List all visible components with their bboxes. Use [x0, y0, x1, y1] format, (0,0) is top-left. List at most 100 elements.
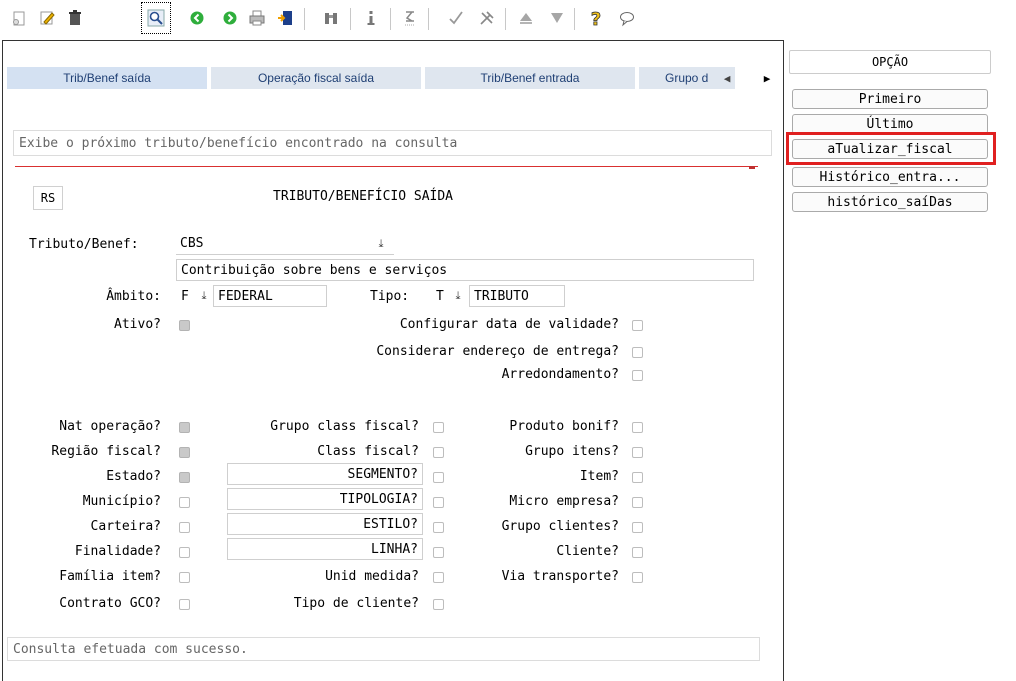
highlight-box — [786, 132, 996, 165]
class-fiscal-checkbox[interactable] — [433, 447, 444, 458]
arredondamento-label: Arredondamento? — [501, 367, 619, 382]
svg-text:?: ? — [591, 9, 601, 27]
ultimo-button[interactable]: Último — [792, 114, 988, 134]
comment-bubble-icon[interactable] — [616, 6, 638, 30]
contrato-gco-checkbox[interactable] — [179, 599, 190, 610]
criteria-label: Item? — [579, 469, 619, 484]
grupo-itens-checkbox[interactable] — [632, 447, 643, 458]
tab-scroll-right-icon[interactable]: ▶ — [761, 70, 773, 86]
next-green-icon[interactable] — [219, 6, 241, 30]
grupo-clientes-checkbox[interactable] — [632, 522, 643, 533]
familia-item-checkbox[interactable] — [179, 572, 190, 583]
edit-pencil-icon[interactable] — [36, 6, 58, 30]
toolbar-separator — [390, 8, 391, 30]
separator-marker — [749, 166, 755, 169]
tipo-de-cliente-checkbox[interactable] — [433, 599, 444, 610]
linha-checkbox[interactable] — [433, 547, 444, 558]
toolbar-separator — [350, 8, 351, 30]
trash-icon[interactable] — [64, 6, 86, 30]
tipologia-field[interactable]: TIPOLOGIA? — [227, 488, 423, 510]
historico-saidas-button[interactable]: histórico_saíDas — [792, 192, 988, 212]
previous-green-icon[interactable] — [186, 6, 208, 30]
regiao-fiscal-checkbox[interactable] — [179, 447, 190, 458]
tributo-label: Tributo/Benef: — [29, 237, 139, 252]
estilo-checkbox[interactable] — [433, 522, 444, 533]
segmento-checkbox[interactable] — [433, 472, 444, 483]
tab-scroll-left-icon[interactable]: ◀ — [721, 70, 733, 86]
criteria-label: Município? — [82, 494, 161, 509]
unid-medida-checkbox[interactable] — [433, 572, 444, 583]
nat-operacao-checkbox[interactable] — [179, 422, 190, 433]
ambito-dropdown-icon[interactable]: ⤓ — [198, 289, 210, 303]
ativo-checkbox[interactable] — [179, 320, 190, 331]
tributo-description: Contribuição sobre bens e serviços — [176, 259, 754, 281]
toolbar-separator — [304, 8, 305, 30]
finalidade-checkbox[interactable] — [179, 547, 190, 558]
tributo-dropdown-icon[interactable]: ⤓ — [375, 237, 387, 251]
ambito-field[interactable]: FEDERAL — [213, 285, 327, 307]
criteria-label: Estado? — [106, 469, 161, 484]
check-icon[interactable] — [445, 6, 467, 30]
estilo-field[interactable]: ESTILO? — [227, 513, 423, 535]
tools-icon[interactable] — [476, 6, 498, 30]
print-icon[interactable] — [246, 6, 268, 30]
search-magnifier-icon[interactable] — [141, 2, 171, 34]
estado-checkbox[interactable] — [179, 472, 190, 483]
criteria-label: Produto bonif? — [509, 419, 619, 434]
grupo-class-fiscal-checkbox[interactable] — [433, 422, 444, 433]
criteria-label: Class fiscal? — [317, 444, 419, 459]
criteria-label: Grupo itens? — [525, 444, 619, 459]
cliente-checkbox[interactable] — [632, 547, 643, 558]
tab-trib-benef-entrada[interactable]: Trib/Benef entrada — [425, 67, 635, 89]
exit-door-icon[interactable] — [274, 6, 296, 30]
filter-icon[interactable] — [546, 6, 568, 30]
tributo-field[interactable]: CBS — [176, 233, 394, 255]
criteria-label: Contrato GCO? — [59, 596, 161, 611]
primeiro-button[interactable]: Primeiro — [792, 89, 988, 109]
municipio-checkbox[interactable] — [179, 497, 190, 508]
new-document-icon[interactable] — [8, 6, 30, 30]
binoculars-icon[interactable] — [320, 6, 342, 30]
tipo-dropdown-icon[interactable]: ⤓ — [452, 289, 464, 303]
carteira-checkbox[interactable] — [179, 522, 190, 533]
criteria-label: Grupo clientes? — [501, 519, 619, 534]
micro-empresa-checkbox[interactable] — [632, 497, 643, 508]
segmento-label: SEGMENTO? — [347, 466, 418, 482]
historico-entrada-button[interactable]: Histórico_entra... — [792, 167, 988, 187]
criteria-label: Finalidade? — [74, 544, 161, 559]
item-checkbox[interactable] — [632, 472, 643, 483]
tab-trib-benef-saida[interactable]: Trib/Benef saída — [7, 67, 207, 89]
criteria-label: Região fiscal? — [51, 444, 161, 459]
ambito-label: Âmbito: — [106, 289, 161, 304]
ambito-code: F — [181, 289, 189, 304]
criteria-label: Via transporte? — [501, 569, 619, 584]
tipo-field[interactable]: TRIBUTO — [469, 285, 565, 307]
criteria-label: Unid medida? — [325, 569, 419, 584]
arrow-up-icon[interactable] — [515, 6, 537, 30]
uf-code-badge: RS — [33, 186, 63, 210]
criteria-label: Cliente? — [556, 544, 619, 559]
segmento-field[interactable]: SEGMENTO? — [227, 463, 423, 485]
considerar-checkbox[interactable] — [632, 347, 643, 358]
tab-operacao-fiscal-saida[interactable]: Operação fiscal saída — [211, 67, 421, 89]
via-transporte-checkbox[interactable] — [632, 572, 643, 583]
option-panel-title: OPÇÃO — [789, 50, 991, 74]
tipo-label: Tipo: — [370, 289, 410, 304]
linha-field[interactable]: LINHA? — [227, 538, 423, 560]
tipologia-checkbox[interactable] — [433, 497, 444, 508]
toolbar-separator — [505, 8, 506, 30]
section-title: TRIBUTO/BENEFÍCIO SAÍDA — [273, 189, 454, 204]
configurar-checkbox[interactable] — [632, 320, 643, 331]
ambito-value: FEDERAL — [218, 288, 273, 304]
tipologia-label: TIPOLOGIA? — [339, 491, 418, 507]
info-icon[interactable] — [360, 6, 382, 30]
arredondamento-checkbox[interactable] — [632, 370, 643, 381]
produto-bonif-checkbox[interactable] — [632, 422, 643, 433]
toolbar-separator — [428, 8, 429, 30]
toolbar-separator — [574, 8, 575, 30]
criteria-label: Família item? — [59, 569, 161, 584]
help-question-icon[interactable]: ? — [585, 6, 607, 30]
tipo-value: TRIBUTO — [474, 288, 529, 304]
configurar-label: Configurar data de validade? — [399, 317, 619, 332]
sum-icon[interactable] — [399, 6, 421, 30]
